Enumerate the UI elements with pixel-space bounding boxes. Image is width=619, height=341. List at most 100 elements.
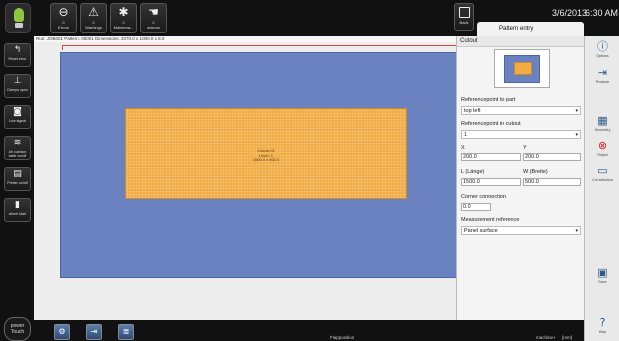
actions-button[interactable]: ☚ 0 actions bbox=[140, 3, 167, 33]
low-signal-button[interactable]: ◙ Low signal bbox=[4, 105, 31, 129]
top-bar: ⊖ 0 Errors ⚠ 0 Warnings ✱ 0 Maintena... … bbox=[0, 0, 619, 36]
clamps-open-label: Clamps open bbox=[6, 88, 29, 92]
x-field[interactable]: 200.0 bbox=[461, 153, 521, 161]
reject-button[interactable]: ⊗ Reject bbox=[588, 139, 617, 163]
help-icon: ? bbox=[599, 316, 606, 329]
warnings-button[interactable]: ⚠ 0 Warnings bbox=[80, 3, 107, 33]
cutout-size: 1500.0 x 500.0 bbox=[252, 157, 280, 162]
ref-part-select[interactable]: top left ▾ bbox=[461, 106, 581, 115]
tab-pattern-entry[interactable]: Pattern entry bbox=[477, 22, 584, 36]
measure-value: Panel surface bbox=[464, 228, 498, 234]
chevron-down-icon: ▾ bbox=[575, 132, 578, 138]
gear-icon: ⚙ bbox=[58, 327, 66, 336]
warnings-label: Warnings bbox=[85, 25, 102, 30]
reset-icon: ↰ bbox=[13, 45, 22, 55]
y-field[interactable]: 200.0 bbox=[523, 153, 581, 161]
info-icon: ⓘ bbox=[597, 40, 608, 53]
measure-label: Measurement reference bbox=[461, 217, 520, 223]
hand-icon: ☚ bbox=[148, 5, 159, 19]
geometry-label: Geometry bbox=[594, 128, 611, 132]
reject-label: Reject bbox=[597, 153, 608, 157]
chevron-down-icon: ▾ bbox=[575, 108, 578, 114]
geometry-icon: ▦ bbox=[597, 114, 608, 127]
wheel-start-label: wheel start bbox=[8, 212, 27, 216]
errors-button[interactable]: ⊖ 0 Errors bbox=[50, 3, 77, 33]
wheel-start-button[interactable]: ▮ wheel start bbox=[4, 198, 31, 222]
produce-button[interactable]: ⇥ Produce bbox=[588, 66, 617, 90]
ref-cutout-select[interactable]: 1 ▾ bbox=[461, 130, 581, 139]
ref-part-label: Referencepoint to part bbox=[461, 97, 516, 103]
power-touch-logo[interactable]: power Touch bbox=[4, 317, 31, 341]
maintenance-label: Maintena... bbox=[113, 25, 134, 30]
produce-icon: ⇥ bbox=[90, 327, 98, 336]
produce-tab[interactable]: ⇥ bbox=[86, 324, 102, 340]
ref-cutout-label: Referencepoint in cutout bbox=[461, 121, 521, 127]
date-display: 3/6/2013 bbox=[552, 8, 588, 18]
cutout-rectangle[interactable]: Cutout 01 Level: 1 1500.0 x 500.0 bbox=[125, 108, 407, 199]
x-label: X bbox=[461, 145, 465, 151]
help-label: Help bbox=[598, 330, 607, 334]
air-cushion-icon: ≋ bbox=[13, 138, 22, 148]
errors-label: Errors bbox=[58, 25, 69, 30]
back-icon bbox=[458, 7, 470, 18]
time-display: 6:30 AM bbox=[585, 8, 619, 18]
diagram-cutout bbox=[514, 62, 532, 75]
save-label: Save bbox=[598, 280, 607, 284]
wrench-icon: ✱ bbox=[118, 5, 129, 19]
cut-selection-label: Cut selection bbox=[592, 178, 613, 182]
width-label: W (Breite) bbox=[523, 169, 548, 175]
ref-cutout-value: 1 bbox=[464, 132, 468, 138]
width-field[interactable]: 500.0 bbox=[523, 178, 581, 186]
status-machine: machine+ bbox=[536, 335, 556, 340]
database-tab[interactable]: ≣ bbox=[118, 324, 134, 340]
produce-icon: ⇥ bbox=[597, 66, 608, 79]
reset-error-button[interactable]: ↰ Reset error bbox=[4, 43, 31, 67]
glass-plate[interactable]: Cutout 01 Level: 1 1500.0 x 500.0 bbox=[60, 52, 458, 278]
lightbulb-icon bbox=[14, 8, 24, 22]
status-position: Flapposition bbox=[330, 335, 355, 340]
dimension-ruler bbox=[62, 45, 458, 50]
status-unit: [mm] bbox=[562, 335, 572, 340]
ref-part-value: top left bbox=[464, 108, 481, 114]
warning-icon: ⚠ bbox=[88, 5, 99, 19]
cut-selection-icon: ▭ bbox=[597, 164, 608, 177]
help-button[interactable]: ? Help bbox=[588, 316, 617, 340]
wheel-start-icon: ▮ bbox=[15, 200, 20, 210]
right-toolbar: ⓘ Options ⇥ Produce ▦ Geometry ⊗ Reject … bbox=[584, 36, 619, 341]
save-button[interactable]: ▣ Save bbox=[588, 266, 617, 290]
reset-error-label: Reset error bbox=[8, 57, 27, 61]
signal-icon: ◙ bbox=[13, 107, 22, 117]
back-button[interactable]: Back bbox=[454, 3, 474, 31]
lightbulb-base bbox=[15, 23, 23, 28]
power-status-button[interactable] bbox=[5, 3, 31, 33]
left-sidebar: ↰ Reset error ⊥ Clamps open ◙ Low signal… bbox=[0, 36, 34, 341]
printer-button[interactable]: ▤ Printer on/off bbox=[4, 167, 31, 191]
options-button[interactable]: ⓘ Options bbox=[588, 40, 617, 64]
geometry-button[interactable]: ▦ Geometry bbox=[588, 114, 617, 138]
corner-label: Corner connection bbox=[461, 194, 506, 200]
air-cushion-label: Air cushion table on/off bbox=[8, 150, 27, 158]
cut-selection-button[interactable]: ▭ Cut selection bbox=[588, 164, 617, 188]
length-label: L (Länge) bbox=[461, 169, 485, 175]
measure-select[interactable]: Panel surface ▾ bbox=[461, 226, 581, 235]
panel-title: Cutout bbox=[457, 36, 584, 47]
clamps-icon: ⊥ bbox=[13, 76, 22, 86]
database-icon: ≣ bbox=[122, 327, 130, 336]
y-label: Y bbox=[523, 145, 527, 151]
printer-label: Printer on/off bbox=[7, 181, 28, 185]
maintenance-button[interactable]: ✱ 0 Maintena... bbox=[110, 3, 137, 33]
air-cushion-button[interactable]: ≋ Air cushion table on/off bbox=[4, 136, 31, 160]
clamps-open-button[interactable]: ⊥ Clamps open bbox=[4, 74, 31, 98]
options-label: Options bbox=[596, 54, 609, 58]
length-field[interactable]: 1500.0 bbox=[461, 178, 521, 186]
pattern-canvas[interactable]: Cutout 01 Level: 1 1500.0 x 500.0 bbox=[34, 42, 458, 320]
produce-label: Produce bbox=[595, 80, 610, 84]
clock-icon: ⊖ bbox=[58, 5, 69, 19]
corner-field[interactable]: 0.0 bbox=[461, 203, 491, 211]
settings-tab[interactable]: ⚙ bbox=[54, 324, 70, 340]
printer-icon: ▤ bbox=[13, 169, 22, 179]
save-icon: ▣ bbox=[597, 266, 608, 279]
chevron-down-icon: ▾ bbox=[575, 228, 578, 234]
low-signal-label: Low signal bbox=[9, 119, 26, 123]
bottom-bar: ⚙ ⇥ ≣ bbox=[34, 320, 584, 341]
